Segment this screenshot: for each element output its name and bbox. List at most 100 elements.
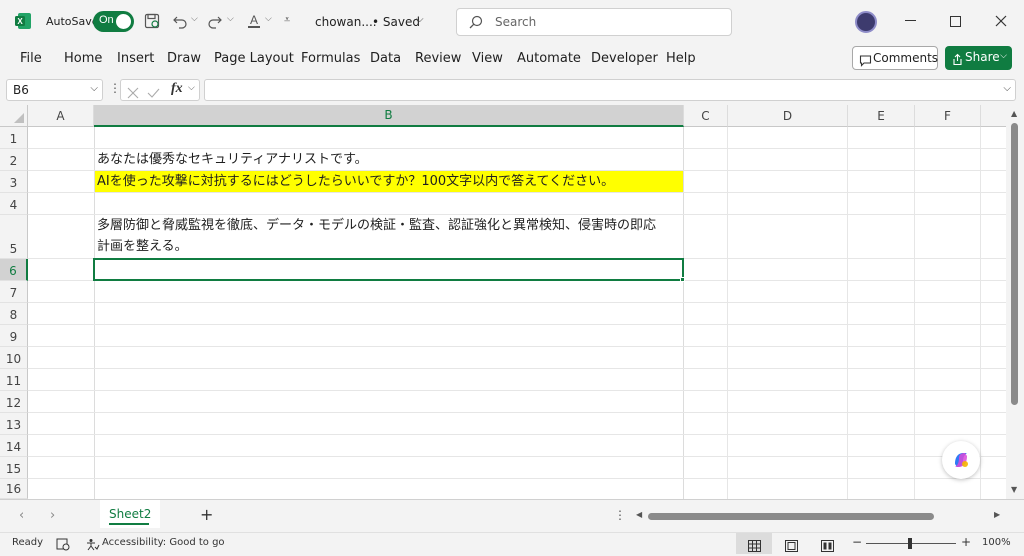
tab-help[interactable]: Help: [666, 51, 696, 67]
next-sheet-icon[interactable]: ›: [50, 508, 55, 523]
tab-view[interactable]: View: [472, 51, 503, 67]
svg-text:X: X: [17, 17, 23, 26]
scroll-right-icon[interactable]: ▶: [994, 510, 1000, 519]
share-chevron-down-icon: ⌵: [1000, 51, 1007, 61]
row-header-7[interactable]: 7: [0, 281, 28, 303]
account-avatar[interactable]: [855, 11, 877, 33]
row-header-15[interactable]: 15: [0, 457, 28, 479]
tab-file[interactable]: File: [20, 51, 42, 67]
zoom-slider-thumb[interactable]: [908, 538, 912, 549]
zoom-level[interactable]: 100%: [982, 537, 1011, 548]
share-button[interactable]: Share ⌵: [945, 46, 1012, 70]
row-header-13[interactable]: 13: [0, 413, 28, 435]
fx-chevron-down-icon[interactable]: ⌵: [188, 83, 195, 93]
comments-button[interactable]: Comments: [852, 46, 938, 70]
minimize-icon[interactable]: [905, 20, 916, 21]
saved-chevron-down-icon[interactable]: ⌵: [416, 14, 424, 25]
name-box-chevron-down-icon[interactable]: ⌵: [90, 83, 98, 94]
selected-cell-b6[interactable]: [93, 258, 684, 281]
row-header-11[interactable]: 11: [0, 369, 28, 391]
horizontal-scrollbar[interactable]: [648, 513, 934, 520]
undo-dropdown-icon[interactable]: ⌵: [191, 14, 198, 24]
customize-toolbar-icon[interactable]: ⩡: [284, 13, 290, 27]
column-header-d[interactable]: D: [728, 105, 848, 127]
zoom-out-button[interactable]: −: [852, 535, 862, 549]
fill-handle[interactable]: [680, 277, 685, 282]
save-icon[interactable]: [142, 11, 162, 31]
autosave-toggle[interactable]: On: [93, 11, 134, 32]
font-color-dropdown-icon[interactable]: ⌵: [265, 14, 272, 24]
tab-developer[interactable]: Developer: [591, 51, 658, 67]
row-header-1[interactable]: 1: [0, 127, 28, 149]
row-header-9[interactable]: 9: [0, 325, 28, 347]
gridline: [28, 302, 1024, 303]
column-header-a[interactable]: A: [28, 105, 94, 127]
file-name[interactable]: chowan....: [315, 14, 377, 30]
vertical-scroll-thumb[interactable]: [1011, 123, 1018, 405]
gridline: [28, 346, 1024, 347]
worksheet-grid[interactable]: A B C D E F 1 2 3 4 5 6 7 8 9 10 11 12 1…: [0, 105, 1024, 499]
formula-input[interactable]: ⌵: [204, 79, 1016, 101]
row-header-8[interactable]: 8: [0, 303, 28, 325]
undo-icon[interactable]: [170, 11, 190, 31]
redo-icon[interactable]: [205, 11, 225, 31]
scroll-up-icon[interactable]: ▲: [1011, 109, 1017, 118]
expand-formula-chevron-icon[interactable]: ⌵: [1003, 83, 1011, 94]
row-header-16[interactable]: 16: [0, 479, 28, 499]
row-header-3[interactable]: 3: [0, 171, 28, 193]
redo-dropdown-icon[interactable]: ⌵: [227, 14, 234, 24]
tab-options-icon[interactable]: ⋮: [614, 508, 626, 522]
row-header-12[interactable]: 12: [0, 391, 28, 413]
gridline: [28, 412, 1024, 413]
select-all-corner[interactable]: [0, 105, 28, 127]
tab-formulas[interactable]: Formulas: [301, 51, 360, 67]
zoom-in-button[interactable]: +: [961, 535, 971, 549]
accessibility-status[interactable]: Accessibility: Good to go: [102, 537, 225, 548]
normal-view-button[interactable]: [736, 533, 772, 554]
page-break-view-icon[interactable]: [821, 537, 834, 556]
maximize-icon[interactable]: [950, 16, 961, 27]
tab-insert[interactable]: Insert: [117, 51, 154, 67]
cell-b5-line2[interactable]: 計画を整える。: [97, 236, 188, 258]
row-header-10[interactable]: 10: [0, 347, 28, 369]
column-header-b[interactable]: B: [94, 105, 684, 127]
row-header-5[interactable]: 5: [0, 215, 28, 259]
enter-check-icon[interactable]: [147, 84, 160, 103]
formula-controls: fx ⌵: [120, 79, 200, 101]
tab-review[interactable]: Review: [415, 51, 461, 67]
column-header-e[interactable]: E: [848, 105, 915, 127]
close-icon[interactable]: [992, 12, 1010, 30]
cell-b3[interactable]: AIを使った攻撃に対抗するにはどうしたらいいですか？100文字以内で答えてくださ…: [97, 171, 614, 193]
row-header-6[interactable]: 6: [0, 259, 28, 281]
row-header-2[interactable]: 2: [0, 149, 28, 171]
column-header-f[interactable]: F: [915, 105, 981, 127]
scroll-left-icon[interactable]: ◀: [636, 510, 642, 519]
insert-function-button[interactable]: fx: [171, 81, 183, 97]
tab-automate[interactable]: Automate: [517, 51, 581, 67]
font-color-icon[interactable]: A: [244, 10, 264, 32]
copilot-button[interactable]: [942, 441, 980, 479]
sheet-tab-sheet2[interactable]: Sheet2: [100, 500, 160, 528]
row-header-14[interactable]: 14: [0, 435, 28, 457]
tab-home[interactable]: Home: [64, 51, 102, 67]
gridline: [28, 434, 1024, 435]
page-layout-view-icon[interactable]: [785, 537, 798, 556]
cell-b5-line1[interactable]: 多層防御と脅威監視を徹底、データ・モデルの検証・監査、認証強化と異常検知、侵害時…: [97, 215, 656, 237]
accessibility-icon[interactable]: [86, 536, 100, 555]
scroll-down-icon[interactable]: ▼: [1011, 485, 1017, 494]
search-box[interactable]: Search: [456, 8, 732, 36]
vertical-scrollbar[interactable]: ▲ ▼: [1006, 105, 1024, 499]
saved-status[interactable]: • Saved: [372, 14, 420, 30]
tab-data[interactable]: Data: [370, 51, 401, 67]
search-icon: [469, 14, 483, 33]
row-header-4[interactable]: 4: [0, 193, 28, 215]
cancel-icon[interactable]: [127, 84, 139, 103]
macro-recording-icon[interactable]: [56, 536, 70, 555]
name-box[interactable]: B6 ⌵: [6, 79, 103, 101]
cell-b2[interactable]: あなたは優秀なセキュリティアナリストです。: [97, 149, 368, 171]
tab-draw[interactable]: Draw: [167, 51, 201, 67]
tab-page-layout[interactable]: Page Layout: [214, 51, 294, 67]
column-header-c[interactable]: C: [684, 105, 728, 127]
prev-sheet-icon[interactable]: ‹: [19, 508, 24, 523]
add-sheet-button[interactable]: +: [200, 505, 213, 524]
